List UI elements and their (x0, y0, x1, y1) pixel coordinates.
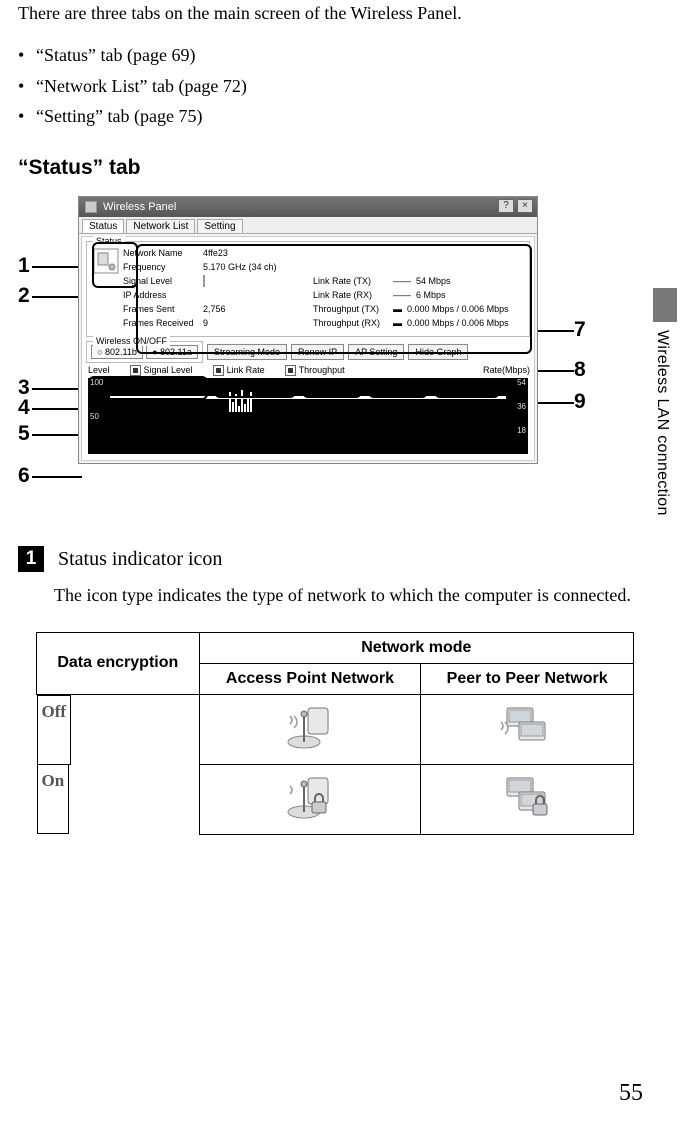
callout-box-1 (92, 242, 138, 288)
tab-setting[interactable]: Setting (197, 219, 242, 233)
step-1-block: 1 Status indicator icon The icon type in… (18, 546, 635, 608)
callout-7: 7 (574, 318, 586, 342)
row-off: Off (37, 695, 72, 765)
callout-8-line (538, 370, 574, 372)
col-network-mode: Network mode (199, 632, 633, 663)
window-title: Wireless Panel (103, 201, 176, 213)
callout-9-line (538, 402, 574, 404)
icon-ap-on (199, 764, 421, 834)
yright-54: 54 (517, 378, 526, 387)
tab-network-list[interactable]: Network List (126, 219, 195, 233)
step-1-title: Status indicator icon (58, 546, 222, 572)
callout-2: 2 (18, 284, 30, 308)
col-peer-to-peer: Peer to Peer Network (421, 663, 634, 694)
checkbox-signal-level[interactable]: Signal Level (130, 365, 193, 376)
yleft-50: 50 (90, 412, 99, 421)
row-on: On (37, 764, 70, 834)
rate-axis-label: Rate(Mbps) (483, 365, 530, 376)
callout-6-line (32, 476, 82, 478)
help-button[interactable]: ? (498, 199, 514, 213)
bullet-status: “Status” tab (page 69) (18, 40, 635, 71)
callout-3-line (32, 388, 82, 390)
status-tab-figure: 1 2 3 4 5 6 7 8 9 Wireless Panel ? × Sta… (18, 190, 618, 510)
callout-box-9 (434, 378, 500, 398)
callout-box-2-7 (136, 244, 532, 354)
tab-status[interactable]: Status (82, 219, 124, 233)
app-icon (85, 201, 97, 213)
bullet-setting: “Setting” tab (page 75) (18, 101, 635, 132)
checkbox-throughput[interactable]: Throughput (285, 365, 345, 376)
callout-9: 9 (574, 390, 586, 414)
side-thumb-mark (653, 288, 677, 322)
tab-bullets: “Status” tab (page 69) “Network List” ta… (18, 40, 635, 132)
callout-1-line (32, 266, 82, 268)
icon-p2p-off (421, 694, 634, 764)
callout-box-3 (88, 376, 208, 400)
icon-ap-off (199, 694, 421, 764)
titlebar[interactable]: Wireless Panel ? × (79, 197, 537, 217)
bullet-network-list: “Network List” tab (page 72) (18, 71, 635, 102)
callout-4: 4 (18, 396, 30, 420)
graph-xaxis (110, 446, 506, 454)
callout-box-8 (368, 378, 428, 398)
intro-text: There are three tabs on the main screen … (18, 0, 635, 26)
side-thumb-label: Wireless LAN connection (653, 322, 671, 516)
checkbox-link-rate[interactable]: Link Rate (213, 365, 265, 376)
callout-1: 1 (18, 254, 30, 278)
callout-box-4 (214, 378, 296, 398)
callout-7-line (538, 330, 574, 332)
panel-tabs: Status Network List Setting (79, 217, 537, 234)
step-1-text: The icon type indicates the type of netw… (54, 582, 635, 608)
yright-18: 18 (517, 426, 526, 435)
level-axis-label: Level (88, 365, 110, 376)
network-mode-table: Data encryption Network mode Access Poin… (36, 632, 634, 835)
page-number: 55 (619, 1080, 643, 1107)
yright-36: 36 (517, 402, 526, 411)
side-thumb-tab: Wireless LAN connection (653, 288, 677, 554)
callout-6: 6 (18, 464, 30, 488)
step-1-number: 1 (18, 546, 44, 572)
callout-8: 8 (574, 358, 586, 382)
callout-2-line (32, 296, 82, 298)
col-data-encryption: Data encryption (37, 632, 200, 694)
callout-box-renew (302, 378, 362, 398)
callout-5: 5 (18, 422, 30, 446)
callout-5-line (32, 434, 82, 436)
section-heading-status-tab: “Status” tab (18, 156, 635, 180)
icon-p2p-on (421, 764, 634, 834)
close-button[interactable]: × (517, 199, 533, 213)
col-access-point: Access Point Network (199, 663, 421, 694)
